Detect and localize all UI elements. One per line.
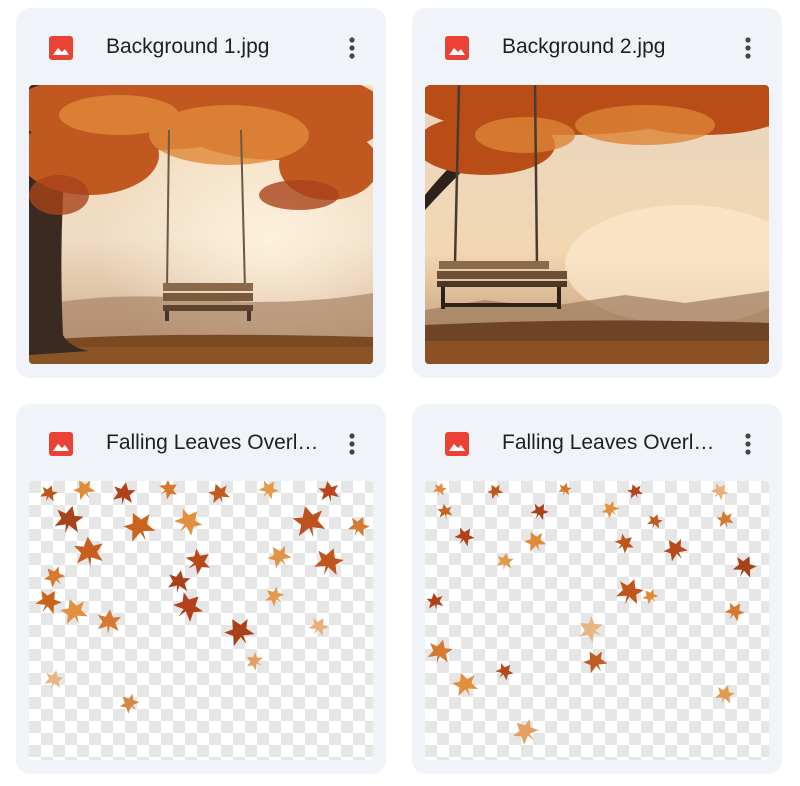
file-thumbnail[interactable] <box>29 481 373 760</box>
file-card[interactable]: Background 1.jpg <box>16 8 386 378</box>
image-file-icon <box>48 35 74 61</box>
file-name: Background 2.jpg <box>502 35 666 58</box>
file-name: Falling Leaves Overlay 2.png <box>502 431 716 454</box>
more-options-icon[interactable] <box>334 30 370 66</box>
file-thumbnail[interactable] <box>29 85 373 364</box>
file-thumbnail[interactable] <box>425 85 769 364</box>
falling-leaves-transparent-overlay <box>29 481 373 760</box>
file-card[interactable]: Falling Leaves Overlay 2.png <box>412 404 782 774</box>
image-file-icon <box>444 431 470 457</box>
more-options-icon[interactable] <box>334 426 370 462</box>
more-options-icon[interactable] <box>730 426 766 462</box>
file-thumbnail[interactable] <box>425 481 769 760</box>
file-card[interactable]: Background 2.jpg <box>412 8 782 378</box>
image-file-icon <box>444 35 470 61</box>
file-name: Falling Leaves Overlay 1.png <box>106 431 320 454</box>
autumn-swing-sunset-photo <box>425 85 769 364</box>
falling-leaves-transparent-overlay <box>425 481 769 760</box>
file-card-header[interactable]: Background 1.jpg <box>16 8 386 84</box>
file-card-header[interactable]: Falling Leaves Overlay 2.png <box>412 404 782 480</box>
file-card-header[interactable]: Background 2.jpg <box>412 8 782 84</box>
more-options-icon[interactable] <box>730 30 766 66</box>
autumn-tree-swing-photo <box>29 85 373 364</box>
image-file-icon <box>48 431 74 457</box>
file-card-header[interactable]: Falling Leaves Overlay 1.png <box>16 404 386 480</box>
file-card[interactable]: Falling Leaves Overlay 1.png <box>16 404 386 774</box>
file-name: Background 1.jpg <box>106 35 270 58</box>
